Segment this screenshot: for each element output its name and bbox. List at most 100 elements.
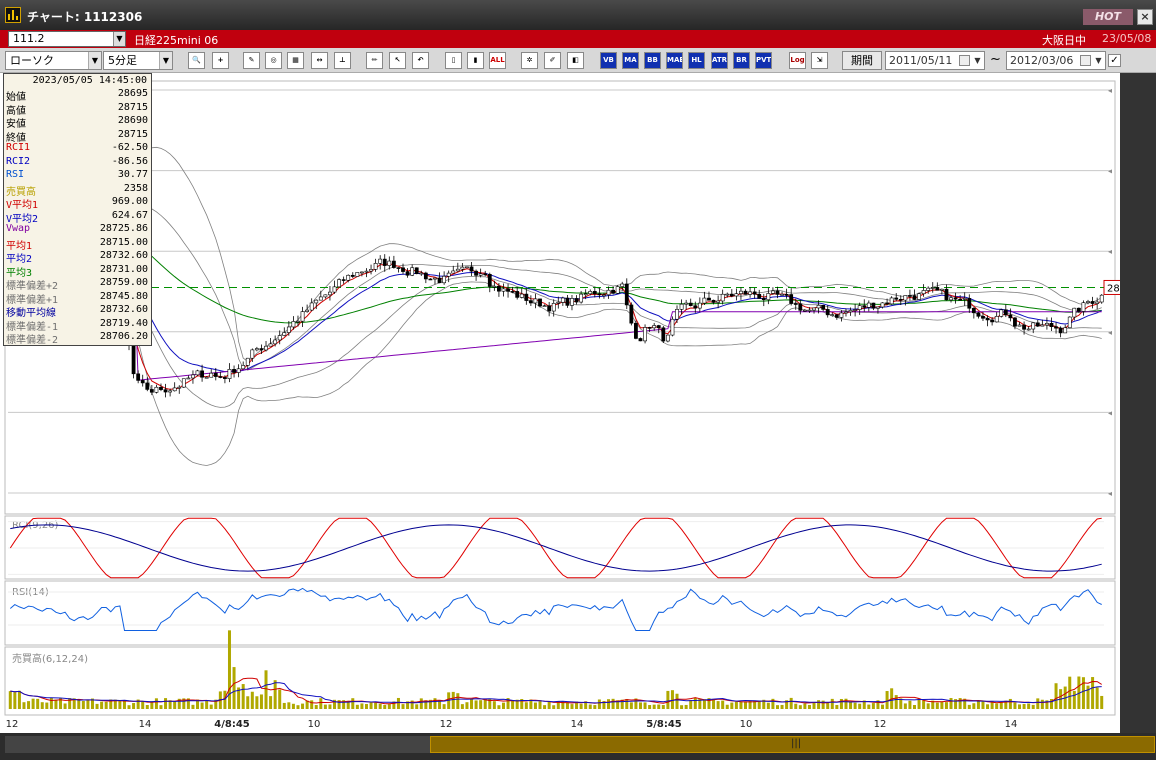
candle-body bbox=[711, 299, 716, 303]
from-date-field[interactable]: 2011/05/11 ▼ bbox=[885, 51, 985, 70]
info-value: 28731.00 bbox=[99, 263, 148, 275]
candle-body bbox=[816, 304, 821, 309]
candle-body bbox=[670, 318, 675, 336]
x-tick-label: 14 bbox=[571, 719, 584, 730]
vbars-icon[interactable]: VB bbox=[600, 52, 617, 69]
candle-body bbox=[318, 296, 323, 301]
chart-area[interactable]: ◂29000◂28900◂28800◂28700◂28600◂285002875… bbox=[0, 73, 1156, 760]
crosshair-icon[interactable]: + bbox=[212, 52, 229, 69]
volume-bar bbox=[369, 702, 373, 709]
grip-icon: ||| bbox=[791, 738, 802, 749]
candle-body bbox=[227, 369, 232, 379]
candle-body bbox=[433, 277, 437, 280]
export-icon[interactable]: ⇲ bbox=[811, 52, 828, 69]
volume-bar bbox=[127, 705, 131, 709]
candle-body bbox=[451, 270, 456, 274]
color-icon[interactable]: ◧ bbox=[567, 52, 584, 69]
close-button[interactable]: × bbox=[1137, 9, 1153, 25]
volume-bar bbox=[912, 704, 916, 709]
pvt-icon[interactable]: PVT bbox=[755, 52, 772, 69]
chart1-icon[interactable]: ▦ bbox=[287, 52, 304, 69]
draw-icon[interactable]: ✎ bbox=[243, 52, 260, 69]
volume-bar bbox=[908, 700, 912, 709]
volume-bar bbox=[643, 702, 647, 709]
tool1-icon[interactable]: ✲ bbox=[521, 52, 538, 69]
volume-bar bbox=[132, 703, 136, 709]
chevron-down-icon[interactable]: ▼ bbox=[113, 32, 125, 46]
circle-icon[interactable]: ◎ bbox=[265, 52, 282, 69]
volume-bar bbox=[360, 703, 364, 709]
candle-body bbox=[469, 266, 474, 272]
cursor-icon[interactable]: ↖ bbox=[389, 52, 406, 69]
volume-bar bbox=[789, 697, 793, 709]
interval-select[interactable]: 5分足 ▼ bbox=[103, 51, 173, 70]
chart-type-select[interactable]: ローソク ▼ bbox=[5, 51, 102, 70]
all-icon[interactable]: ALL bbox=[489, 52, 506, 69]
symbol-input[interactable]: 111.2 ▼ bbox=[8, 31, 126, 47]
info-value: 28715.00 bbox=[99, 236, 148, 248]
chart3-icon[interactable]: ⊥ bbox=[334, 52, 351, 69]
candle-body bbox=[1008, 314, 1013, 319]
chevron-down-icon[interactable]: ▼ bbox=[971, 52, 984, 69]
period-button[interactable]: 期間 bbox=[842, 51, 882, 70]
volume-bar bbox=[415, 704, 419, 709]
volume-bar bbox=[104, 701, 108, 709]
calendar-icon[interactable] bbox=[1080, 55, 1091, 66]
volume-bar bbox=[716, 701, 720, 709]
candle-body bbox=[684, 302, 689, 305]
candle1-icon[interactable]: ▯ bbox=[445, 52, 462, 69]
volume-bar bbox=[374, 702, 378, 709]
candle-body bbox=[656, 325, 661, 329]
volume-bar bbox=[49, 697, 53, 709]
chevron-down-icon[interactable]: ▼ bbox=[1092, 52, 1105, 69]
info-datetime: 2023/05/05 14:45:00 bbox=[32, 75, 147, 86]
info-value: 28732.60 bbox=[99, 250, 148, 261]
log-icon[interactable]: Log bbox=[789, 52, 806, 69]
scrollbar-thumb[interactable]: ||| bbox=[430, 736, 1155, 753]
candle-body bbox=[423, 272, 428, 280]
candle-body bbox=[1031, 322, 1036, 330]
brks-icon[interactable]: BR bbox=[733, 52, 750, 69]
volume-bar bbox=[278, 689, 282, 709]
ma-icon[interactable]: MA bbox=[622, 52, 639, 69]
volume-bar bbox=[684, 704, 688, 709]
candle2-icon[interactable]: ▮ bbox=[467, 52, 484, 69]
chart2-icon[interactable]: ↔ bbox=[311, 52, 328, 69]
hot-button[interactable]: HOT bbox=[1083, 9, 1133, 25]
brush-icon[interactable]: ✐ bbox=[544, 52, 561, 69]
candle-body bbox=[821, 304, 826, 310]
candle-body bbox=[771, 290, 775, 294]
volume-bar bbox=[958, 698, 962, 709]
volume-bar bbox=[976, 701, 980, 709]
undo-icon[interactable]: ↶ bbox=[412, 52, 429, 69]
volume-bar bbox=[273, 680, 277, 709]
zoom-icon[interactable]: 🔍 bbox=[188, 52, 205, 69]
candle-body bbox=[761, 298, 766, 301]
volume-bar bbox=[13, 692, 17, 709]
volume-bar bbox=[401, 704, 405, 709]
candle-body bbox=[643, 327, 647, 342]
volume-bar bbox=[917, 698, 921, 709]
candle-body bbox=[1049, 322, 1054, 327]
info-value: 969.00 bbox=[111, 196, 148, 207]
pencil-icon[interactable]: ✏ bbox=[366, 52, 383, 69]
volume-bar bbox=[775, 705, 779, 709]
bb-icon[interactable]: BB bbox=[644, 52, 661, 69]
hl-icon[interactable]: HL bbox=[688, 52, 705, 69]
atr-icon[interactable]: ATR bbox=[711, 52, 728, 69]
candle-body bbox=[597, 293, 602, 296]
mae-icon[interactable]: MAE bbox=[666, 52, 683, 69]
volume-bar bbox=[310, 700, 314, 709]
price-chart-svg[interactable]: ◂29000◂28900◂28800◂28700◂28600◂285002875… bbox=[0, 73, 1156, 733]
volume-bar bbox=[200, 702, 204, 709]
apply-checkbox[interactable]: ✓ bbox=[1108, 54, 1121, 67]
candle-body bbox=[871, 302, 876, 309]
candle-body bbox=[775, 290, 780, 295]
title-bar: チャート: 1112306 HOT × bbox=[0, 0, 1156, 30]
candle-body bbox=[748, 291, 752, 295]
rsi-panel-frame bbox=[4, 580, 1116, 646]
candle-body bbox=[629, 304, 634, 324]
to-date-field[interactable]: 2012/03/06 ▼ bbox=[1006, 51, 1106, 70]
candle-body bbox=[510, 291, 515, 293]
calendar-icon[interactable] bbox=[959, 55, 970, 66]
